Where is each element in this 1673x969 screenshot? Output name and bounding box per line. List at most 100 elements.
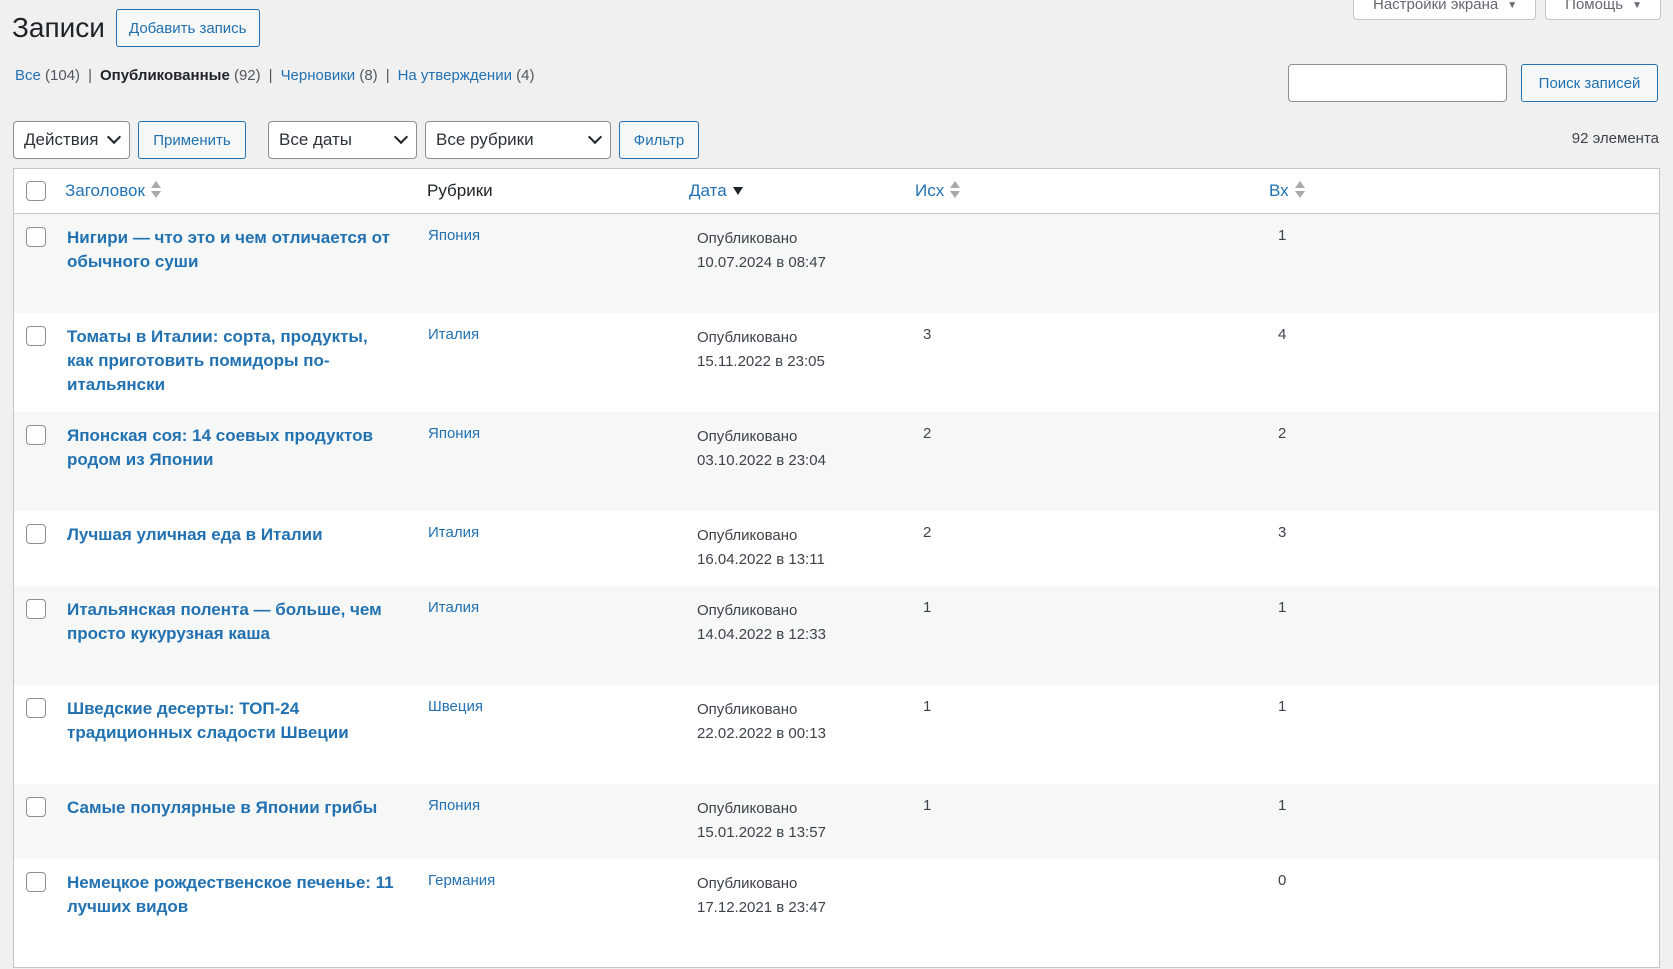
caret-down-icon: ▼ bbox=[1507, 0, 1518, 11]
post-status: Опубликовано bbox=[697, 701, 798, 718]
filter-drafts-link[interactable]: Черновики (8) bbox=[281, 67, 378, 84]
category-link[interactable]: Италия bbox=[428, 599, 479, 616]
incoming-count: 4 bbox=[1278, 326, 1287, 343]
filter-all-count: (104) bbox=[45, 67, 81, 84]
incoming-count: 2 bbox=[1278, 425, 1287, 442]
category-link[interactable]: Япония bbox=[428, 425, 480, 442]
separator: | bbox=[88, 67, 92, 84]
table-row: Томаты в Италии: сорта, продукты, как пр… bbox=[14, 313, 1659, 412]
filter-drafts-count: (8) bbox=[359, 67, 378, 84]
column-title-label: Заголовок bbox=[65, 181, 145, 200]
status-filter-links: Все (104) | Опубликованные (92) | Чернов… bbox=[15, 67, 534, 84]
screen-options-label: Настройки экрана bbox=[1373, 0, 1499, 13]
post-date: 15.11.2022 в 23:05 bbox=[697, 353, 825, 370]
incoming-count: 0 bbox=[1278, 872, 1287, 889]
categories-filter-select[interactable]: Все рубрики bbox=[425, 121, 611, 159]
table-row: Немецкое рождественское печенье: 11 лучш… bbox=[14, 859, 1659, 969]
date-cell: Опубликовано 16.04.2022 в 13:11 bbox=[697, 524, 825, 572]
filter-published-current[interactable]: Опубликованные (92) bbox=[100, 67, 261, 84]
column-title-sort[interactable]: Заголовок bbox=[65, 180, 161, 202]
table-row: Самые популярные в Японии грибы Япония О… bbox=[14, 784, 1659, 859]
date-cell: Опубликовано 15.11.2022 в 23:05 bbox=[697, 326, 825, 374]
table-row: Шведские десерты: ТОП-24 традиционных сл… bbox=[14, 685, 1659, 784]
filter-drafts-label: Черновики bbox=[280, 67, 356, 84]
column-outgoing-label: Исх bbox=[915, 181, 945, 200]
row-checkbox[interactable] bbox=[26, 524, 46, 544]
post-status: Опубликовано bbox=[697, 800, 798, 817]
filter-all-label: Все bbox=[15, 67, 41, 84]
column-incoming-label: Вх bbox=[1269, 181, 1289, 200]
table-row: Итальянская полента — больше, чем просто… bbox=[14, 586, 1659, 685]
post-title-link[interactable]: Японская соя: 14 соевых продуктов родом … bbox=[67, 424, 397, 472]
post-status: Опубликовано bbox=[697, 875, 798, 892]
post-date: 16.04.2022 в 13:11 bbox=[697, 551, 825, 568]
date-cell: Опубликовано 14.04.2022 в 12:33 bbox=[697, 599, 826, 647]
column-outgoing-sort[interactable]: Исх bbox=[915, 180, 961, 202]
filter-pending-link[interactable]: На утверждении (4) bbox=[398, 67, 535, 84]
date-cell: Опубликовано 17.12.2021 в 23:47 bbox=[697, 872, 826, 920]
category-link[interactable]: Япония bbox=[428, 227, 480, 244]
filter-button[interactable]: Фильтр bbox=[619, 121, 699, 159]
help-label: Помощь bbox=[1565, 0, 1624, 13]
post-title-link[interactable]: Итальянская полента — больше, чем просто… bbox=[67, 598, 397, 646]
row-checkbox[interactable] bbox=[26, 425, 46, 445]
row-checkbox[interactable] bbox=[26, 872, 46, 892]
post-title-link[interactable]: Самые популярные в Японии грибы bbox=[67, 796, 397, 820]
outgoing-count: 1 bbox=[923, 698, 932, 715]
dates-filter-select[interactable]: Все даты bbox=[268, 121, 417, 159]
post-title-link[interactable]: Томаты в Италии: сорта, продукты, как пр… bbox=[67, 325, 397, 397]
add-new-post-button[interactable]: Добавить запись bbox=[116, 9, 260, 47]
row-checkbox[interactable] bbox=[26, 599, 46, 619]
apply-button[interactable]: Применить bbox=[138, 121, 246, 159]
row-checkbox[interactable] bbox=[26, 797, 46, 817]
post-title-link[interactable]: Шведские десерты: ТОП-24 традиционных сл… bbox=[67, 697, 397, 745]
help-button[interactable]: Помощь ▼ bbox=[1545, 0, 1661, 20]
search-posts-button[interactable]: Поиск записей bbox=[1521, 64, 1658, 102]
post-title-link[interactable]: Немецкое рождественское печенье: 11 лучш… bbox=[67, 871, 397, 919]
table-header: Заголовок Рубрики Дата Исх Вх bbox=[14, 169, 1659, 214]
row-checkbox[interactable] bbox=[26, 698, 46, 718]
select-all-checkbox[interactable] bbox=[26, 181, 46, 201]
incoming-count: 1 bbox=[1278, 227, 1287, 244]
bulk-actions-select[interactable]: Действия bbox=[13, 121, 130, 159]
separator: | bbox=[268, 67, 273, 84]
table-row: Японская соя: 14 соевых продуктов родом … bbox=[14, 412, 1659, 511]
incoming-count: 1 bbox=[1278, 797, 1287, 814]
categories-filter-value: Все рубрики bbox=[436, 130, 534, 149]
incoming-count: 1 bbox=[1278, 599, 1287, 616]
category-link[interactable]: Италия bbox=[428, 326, 479, 343]
screen-options-button[interactable]: Настройки экрана ▼ bbox=[1353, 0, 1537, 20]
chevron-down-icon bbox=[587, 129, 603, 145]
post-date: 03.10.2022 в 23:04 bbox=[697, 452, 826, 469]
row-checkbox[interactable] bbox=[26, 227, 46, 247]
outgoing-count: 2 bbox=[923, 425, 932, 442]
post-title-link[interactable]: Нигири — что это и чем отличается от обы… bbox=[67, 226, 397, 274]
table-row: Нигири — что это и чем отличается от обы… bbox=[14, 214, 1659, 313]
search-input[interactable] bbox=[1288, 64, 1507, 102]
items-count: 92 элемента bbox=[1571, 130, 1659, 147]
filter-pending-label: На утверждении bbox=[397, 67, 512, 84]
column-categories-label: Рубрики bbox=[427, 181, 493, 200]
category-link[interactable]: Италия bbox=[428, 524, 479, 541]
page-title: Записи bbox=[12, 12, 105, 43]
chevron-down-icon bbox=[106, 129, 122, 145]
row-checkbox[interactable] bbox=[26, 326, 46, 346]
table-row: Лучшая уличная еда в Италии Италия Опубл… bbox=[14, 511, 1659, 586]
column-date-label: Дата bbox=[689, 181, 727, 200]
column-incoming-sort[interactable]: Вх bbox=[1269, 180, 1305, 202]
filter-pending-count: (4) bbox=[516, 67, 535, 84]
post-title-link[interactable]: Лучшая уличная еда в Италии bbox=[67, 523, 397, 547]
filter-published-label: Опубликованные bbox=[99, 67, 230, 84]
separator: | bbox=[385, 67, 390, 84]
category-link[interactable]: Швеция bbox=[428, 698, 483, 715]
post-date: 22.02.2022 в 00:13 bbox=[697, 725, 826, 742]
chevron-down-icon bbox=[393, 129, 409, 145]
category-link[interactable]: Германия bbox=[428, 872, 495, 889]
outgoing-count: 1 bbox=[923, 797, 932, 814]
column-date-sort[interactable]: Дата bbox=[689, 181, 743, 202]
post-status: Опубликовано bbox=[697, 428, 798, 445]
sort-icon bbox=[150, 180, 161, 200]
date-cell: Опубликовано 22.02.2022 в 00:13 bbox=[697, 698, 826, 746]
filter-all-link[interactable]: Все (104) bbox=[15, 67, 80, 84]
category-link[interactable]: Япония bbox=[428, 797, 480, 814]
